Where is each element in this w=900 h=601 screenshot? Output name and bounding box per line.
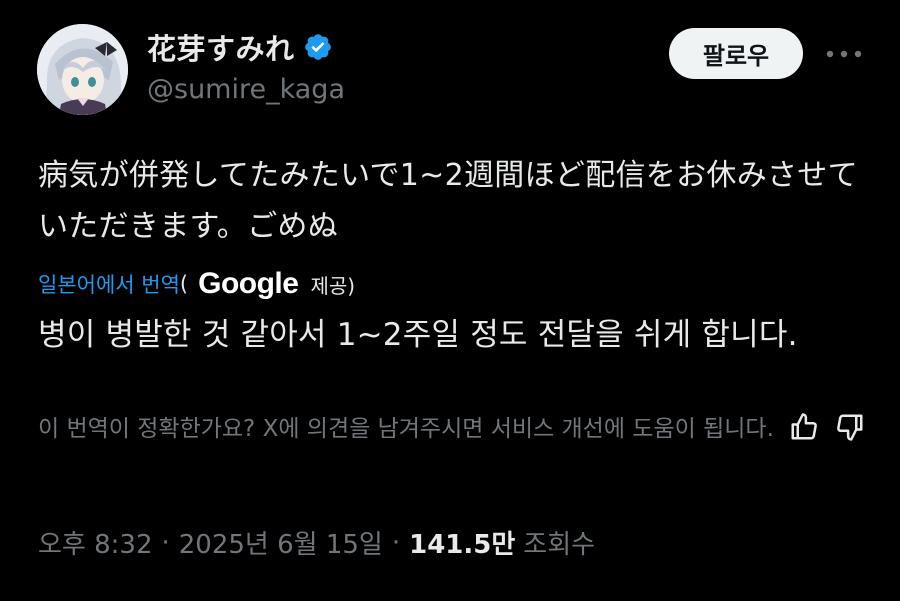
more-horizontal-icon[interactable] [822, 36, 866, 72]
thumbs-up-icon[interactable] [788, 412, 820, 442]
tweet-meta: 오후 8:32 · 2025년 6월 15일 · 141.5만 조회수 [38, 524, 595, 561]
translation-attribution: 일본어에서 번역 ( Google 제공) [38, 264, 355, 304]
avatar[interactable] [37, 24, 128, 115]
verified-badge-icon[interactable] [303, 32, 333, 62]
author-handle[interactable]: @sumire_kaga [147, 74, 345, 105]
avatar-image [37, 24, 128, 115]
views-label: 조회수 [523, 530, 596, 560]
views-count[interactable]: 141.5만 [409, 524, 515, 561]
tweet-text: 病気が併発してたみたいで1~2週間ほど配信をお休みさせていただきます。ごめぬ [38, 158, 858, 244]
meta-separator: · [391, 527, 401, 558]
feedback-text: 이 번역이 정확한가요? X에 의견을 남겨주시면 서비스 개선에 도움이 됩니… [38, 416, 774, 442]
attribution-open-paren: ( [179, 272, 189, 296]
follow-button[interactable]: 팔로우 [669, 28, 803, 79]
meta-separator: · [161, 527, 170, 558]
tweet-time[interactable]: 오후 8:32 [38, 524, 153, 561]
translation-feedback: 이 번역이 정확한가요? X에 의견을 남겨주시면 서비스 개선에 도움이 됩니… [38, 410, 868, 448]
tweet-date[interactable]: 2025년 6월 15일 [179, 524, 383, 561]
google-logo: Google [198, 267, 299, 300]
display-name[interactable]: 花芽すみれ [147, 26, 295, 68]
tweet: 花芽すみれ @sumire_kaga 팔로우 病気が併発してたみたいで1~2週間… [0, 0, 900, 601]
author-name-row: 花芽すみれ [147, 28, 333, 66]
translated-text: 병이 병발한 것 같아서 1~2주일 정도 전달을 쉬게 합니다. [38, 317, 798, 353]
thumbs-down-icon[interactable] [834, 412, 866, 442]
provided-label: 제공) [310, 273, 356, 298]
translated-from-link[interactable]: 일본어에서 번역 [38, 269, 180, 299]
